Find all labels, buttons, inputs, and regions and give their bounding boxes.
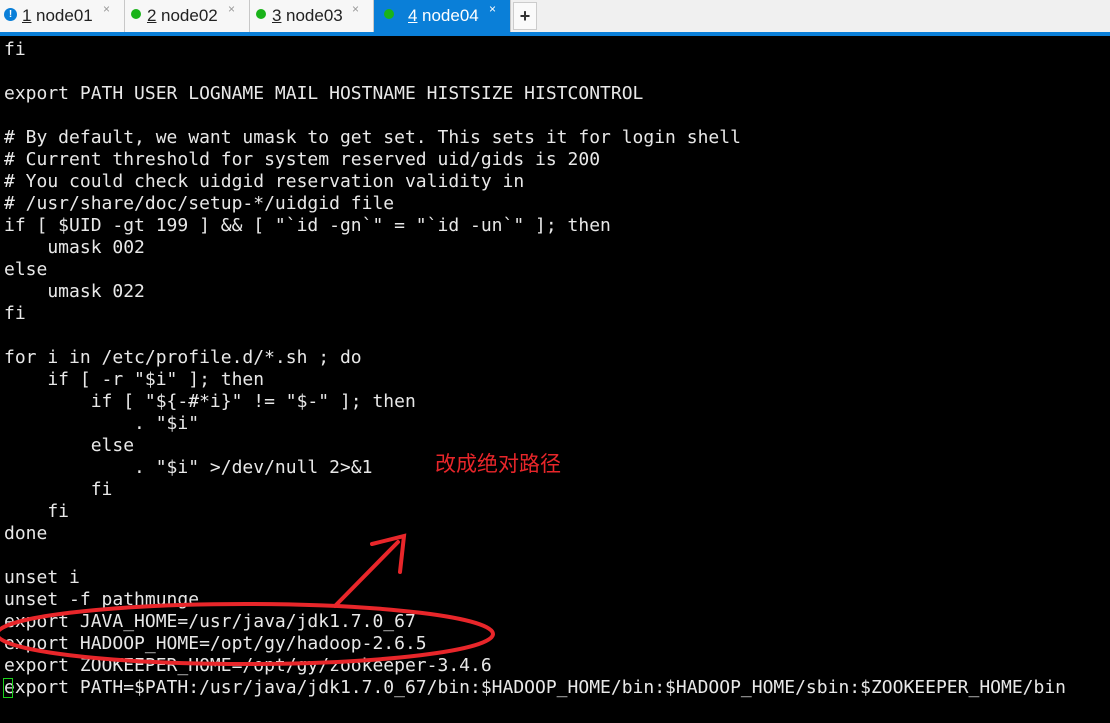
annotation-arrow bbox=[333, 533, 407, 608]
annotation-drawing bbox=[0, 533, 495, 666]
annotation-ellipse bbox=[0, 602, 495, 666]
